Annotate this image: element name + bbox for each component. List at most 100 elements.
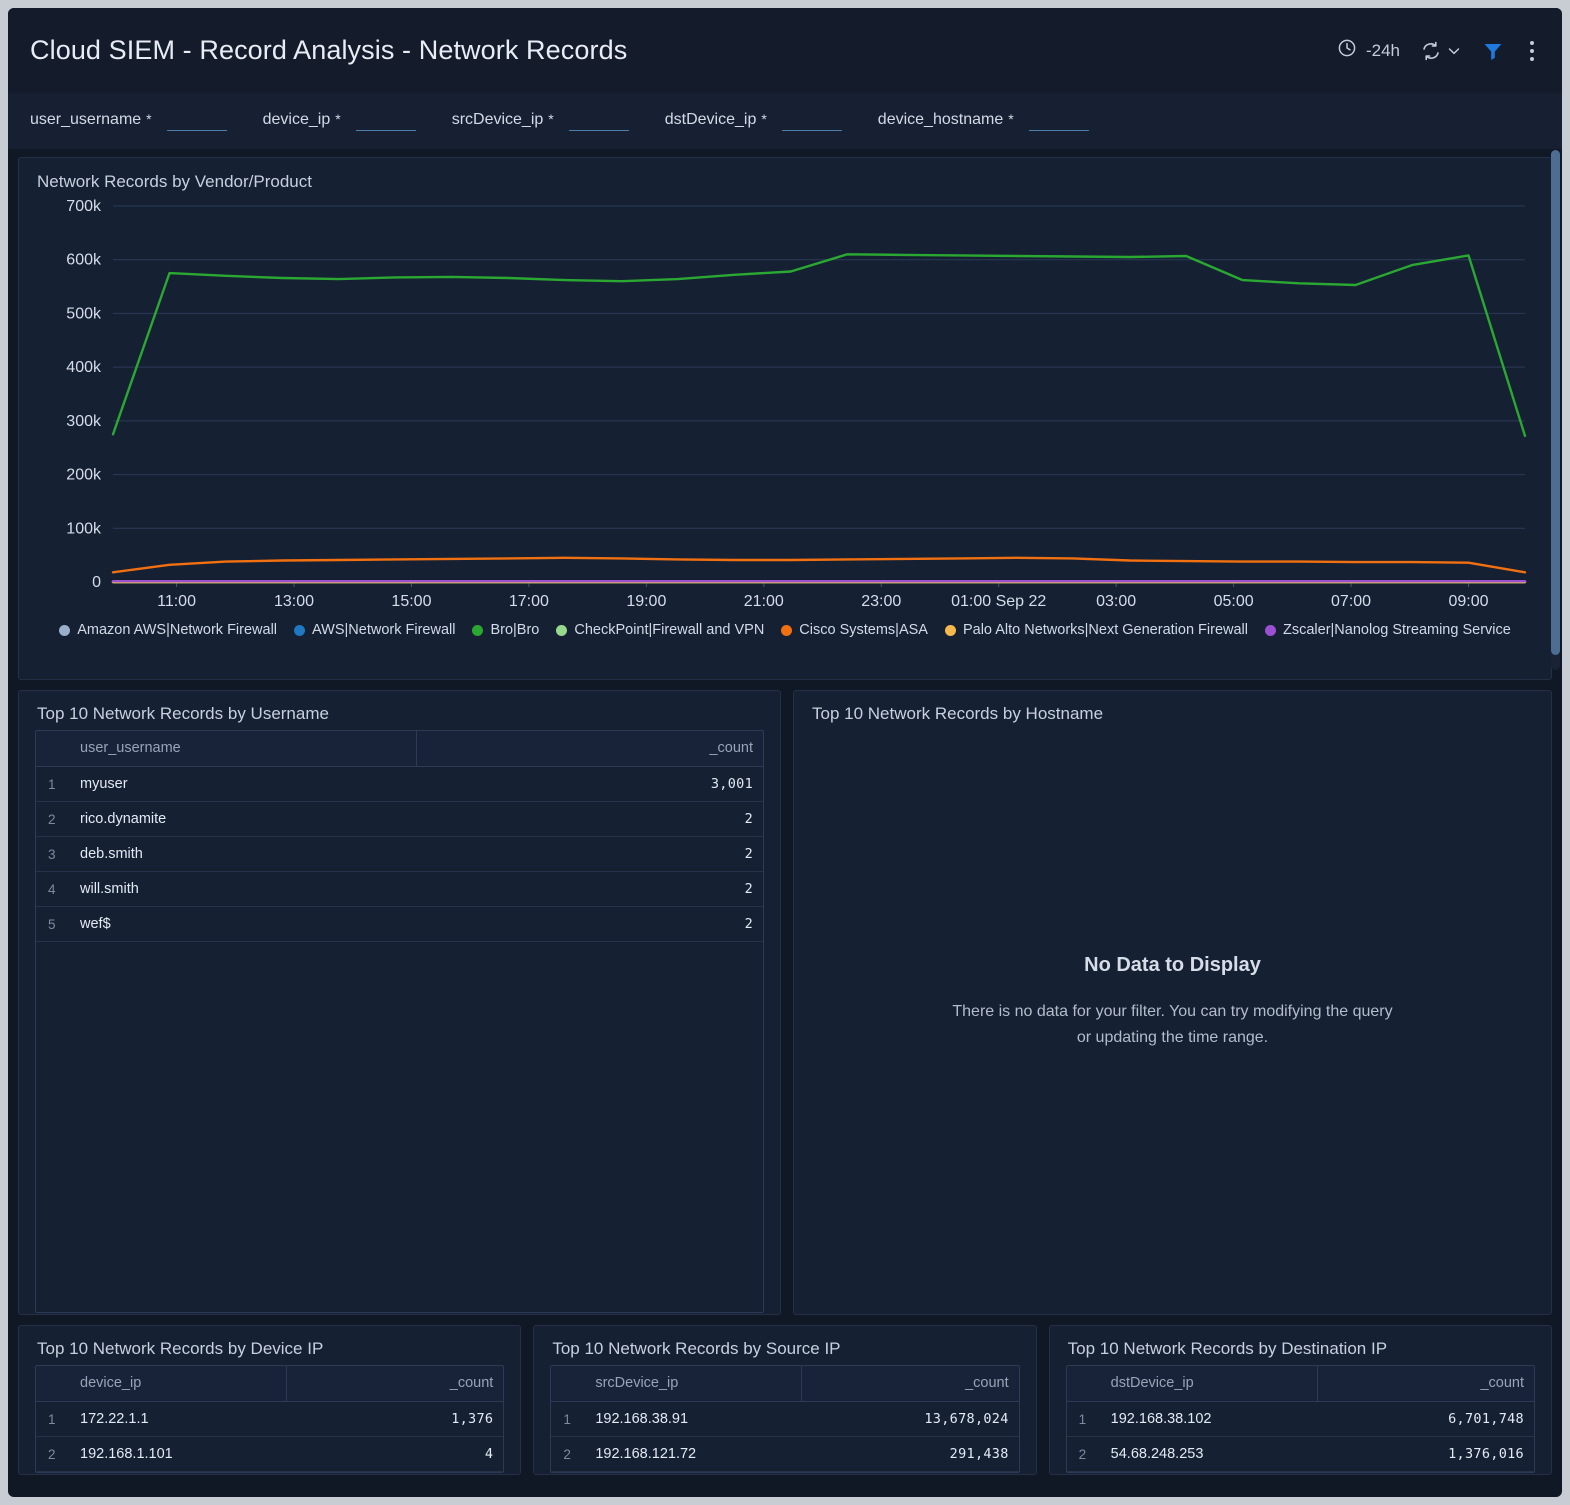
row-number-header — [36, 1366, 70, 1402]
panel-title: Top 10 Network Records by Destination IP — [1068, 1339, 1535, 1359]
row-index: 1 — [551, 1402, 585, 1437]
y-axis-tick-label: 200k — [66, 467, 102, 484]
filter-input-src-device-ip[interactable] — [569, 111, 629, 131]
table-row[interactable]: 1192.168.38.1026,701,748 — [1067, 1402, 1534, 1437]
panel-title: Top 10 Network Records by Hostname — [812, 704, 1535, 724]
destination-ip-table: dstDevice_ip _count 1192.168.38.1026,701… — [1067, 1366, 1534, 1472]
legend-color-dot — [294, 625, 305, 636]
kebab-menu-icon[interactable] — [1524, 38, 1540, 64]
row-value[interactable]: 192.168.38.102 — [1101, 1402, 1318, 1437]
x-axis-tick-label: 09:00 — [1448, 593, 1488, 610]
legend-color-dot — [556, 625, 567, 636]
row-value[interactable]: 192.168.38.91 — [585, 1402, 802, 1437]
row-value[interactable]: 192.168.121.72 — [585, 1437, 802, 1472]
legend-item[interactable]: Amazon AWS|Network Firewall — [59, 622, 277, 638]
column-header-count[interactable]: _count — [1317, 1366, 1534, 1402]
y-axis-tick-label: 0 — [92, 574, 101, 591]
filter-input-user-username[interactable] — [167, 111, 227, 131]
dashboard-body: Network Records by Vendor/Product 0100k2… — [8, 149, 1562, 1475]
y-axis-tick-label: 100k — [66, 520, 102, 537]
refresh-control[interactable] — [1420, 40, 1462, 62]
table-row[interactable]: 2rico.dynamite2 — [36, 802, 763, 837]
column-header-username[interactable]: user_username — [70, 731, 417, 767]
funnel-filter-icon[interactable] — [1482, 40, 1504, 62]
panel-network-records-by-vendor-product: Network Records by Vendor/Product 0100k2… — [18, 157, 1552, 680]
y-axis-tick-label: 700k — [66, 198, 102, 215]
clock-icon — [1337, 38, 1357, 63]
table-header-row: device_ip _count — [36, 1366, 503, 1402]
row-index: 1 — [36, 767, 70, 802]
legend-color-dot — [1265, 625, 1276, 636]
column-header-count[interactable]: _count — [287, 1366, 504, 1402]
legend-item[interactable]: Palo Alto Networks|Next Generation Firew… — [945, 622, 1248, 638]
filter-input-device-hostname[interactable] — [1029, 111, 1089, 131]
filter-input-dst-device-ip[interactable] — [782, 111, 842, 131]
row-value[interactable]: 172.22.1.1 — [70, 1402, 287, 1437]
x-axis-tick-label: 23:00 — [861, 593, 901, 610]
table-container: dstDevice_ip _count 1192.168.38.1026,701… — [1066, 1365, 1535, 1473]
row-index: 3 — [36, 837, 70, 872]
table-row[interactable]: 1192.168.38.9113,678,024 — [551, 1402, 1018, 1437]
legend-color-dot — [59, 625, 70, 636]
table-row[interactable]: 1myuser3,001 — [36, 767, 763, 802]
header-toolbar: -24h — [1337, 38, 1540, 64]
source-ip-table: srcDevice_ip _count 1192.168.38.9113,678… — [551, 1366, 1018, 1472]
panel-title: Top 10 Network Records by Source IP — [552, 1339, 1019, 1359]
legend-item[interactable]: CheckPoint|Firewall and VPN — [556, 622, 764, 638]
legend-item[interactable]: Cisco Systems|ASA — [781, 622, 928, 638]
filter-label: srcDevice_ip — [452, 111, 544, 129]
row-index: 2 — [36, 1437, 70, 1472]
legend-item[interactable]: Bro|Bro — [472, 622, 539, 638]
legend-item[interactable]: Zscaler|Nanolog Streaming Service — [1265, 622, 1511, 638]
dashboard-app: Cloud SIEM - Record Analysis - Network R… — [8, 8, 1562, 1497]
table-row[interactable]: 254.68.248.2531,376,016 — [1067, 1437, 1534, 1472]
line-chart[interactable]: 0100k200k300k400k500k600k700k11:0013:001… — [35, 198, 1535, 618]
table-row[interactable]: 2192.168.1.1014 — [36, 1437, 503, 1472]
legend-color-dot — [781, 625, 792, 636]
table-row[interactable]: 2192.168.121.72291,438 — [551, 1437, 1018, 1472]
row-value[interactable]: 192.168.1.101 — [70, 1437, 287, 1472]
column-header-count[interactable]: _count — [417, 731, 764, 767]
panel-top-destination-ips: Top 10 Network Records by Destination IP… — [1049, 1325, 1552, 1475]
x-axis-tick-label: 03:00 — [1096, 593, 1136, 610]
row-index: 5 — [36, 907, 70, 942]
vertical-scrollbar[interactable] — [1551, 150, 1560, 670]
table-empty-space — [36, 942, 763, 1312]
legend-color-dot — [945, 625, 956, 636]
panel-top-source-ips: Top 10 Network Records by Source IP srcD… — [533, 1325, 1036, 1475]
column-header-count[interactable]: _count — [802, 1366, 1019, 1402]
table-row[interactable]: 5wef$2 — [36, 907, 763, 942]
chart-series-line — [113, 254, 1525, 436]
row-index: 2 — [36, 802, 70, 837]
table-container: user_username _count 1myuser3,0012rico.d… — [35, 730, 764, 1313]
table-row[interactable]: 4will.smith2 — [36, 872, 763, 907]
panel-title: Top 10 Network Records by Device IP — [37, 1339, 504, 1359]
refresh-icon[interactable] — [1420, 40, 1442, 62]
table-row[interactable]: 1172.22.1.11,376 — [36, 1402, 503, 1437]
row-value[interactable]: 54.68.248.253 — [1101, 1437, 1318, 1472]
row-value[interactable]: will.smith — [70, 872, 417, 907]
column-header-device-ip[interactable]: device_ip — [70, 1366, 287, 1402]
legend-label: Amazon AWS|Network Firewall — [77, 622, 277, 638]
scrollbar-thumb[interactable] — [1551, 150, 1560, 655]
chevron-down-icon[interactable] — [1446, 43, 1462, 59]
time-range-label: -24h — [1366, 41, 1400, 61]
column-header-dst-device-ip[interactable]: dstDevice_ip — [1101, 1366, 1318, 1402]
column-header-src-device-ip[interactable]: srcDevice_ip — [585, 1366, 802, 1402]
page-title: Cloud SIEM - Record Analysis - Network R… — [30, 35, 627, 66]
legend-label: Bro|Bro — [490, 622, 539, 638]
legend-item[interactable]: AWS|Network Firewall — [294, 622, 455, 638]
x-axis-tick-label: 07:00 — [1331, 593, 1371, 610]
legend-label: Palo Alto Networks|Next Generation Firew… — [963, 622, 1248, 638]
row-count: 291,438 — [802, 1437, 1019, 1472]
table-header-row: srcDevice_ip _count — [551, 1366, 1018, 1402]
bottom-panel-row: Top 10 Network Records by Device IP devi… — [18, 1325, 1552, 1475]
row-value[interactable]: wef$ — [70, 907, 417, 942]
table-row[interactable]: 3deb.smith2 — [36, 837, 763, 872]
row-value[interactable]: myuser — [70, 767, 417, 802]
row-value[interactable]: deb.smith — [70, 837, 417, 872]
time-range-picker[interactable]: -24h — [1337, 38, 1400, 63]
filter-input-device-ip[interactable] — [356, 111, 416, 131]
row-value[interactable]: rico.dynamite — [70, 802, 417, 837]
panel-title: Top 10 Network Records by Username — [37, 704, 764, 724]
